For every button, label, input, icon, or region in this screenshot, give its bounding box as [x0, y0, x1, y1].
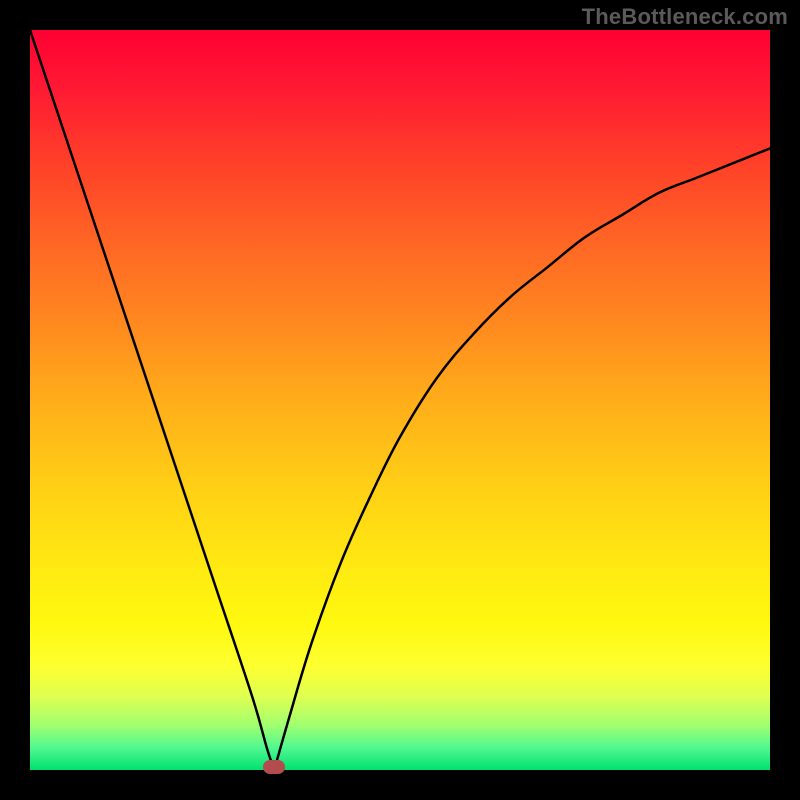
- plot-area: [30, 30, 770, 770]
- bottleneck-curve: [30, 30, 770, 770]
- curve-path: [30, 30, 770, 770]
- minimum-marker: [263, 760, 285, 774]
- chart-frame: TheBottleneck.com: [0, 0, 800, 800]
- watermark-label: TheBottleneck.com: [582, 4, 788, 30]
